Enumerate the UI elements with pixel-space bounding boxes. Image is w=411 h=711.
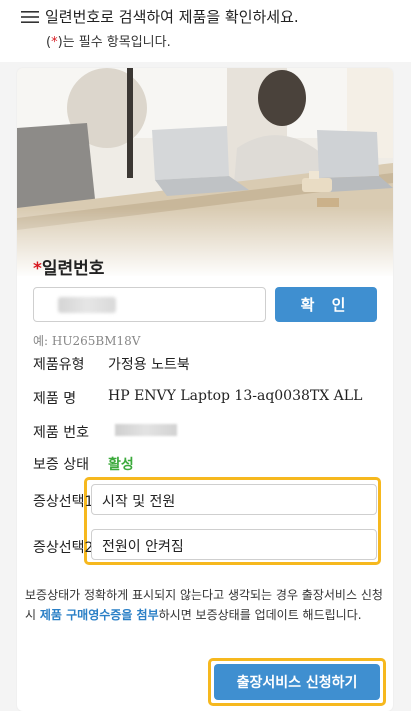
product-type-value: 가정용 노트북	[108, 357, 190, 373]
product-name-value: HP ENVY Laptop 13-aq0038TX ALL	[108, 388, 363, 404]
serial-number-title: *일련번호	[33, 254, 104, 279]
product-number-label: 제품 번호	[33, 425, 89, 441]
page-header: 일련번호로 검색하여 제품을 확인하세요. (*)는 필수 항목입니다.	[0, 0, 411, 62]
required-asterisk: *	[33, 259, 42, 279]
warranty-notice: 보증상태가 정확하게 표시되지 않는다고 생각되는 경우 출장서비스 신청 시 …	[25, 585, 387, 625]
symptom1-select[interactable]: 시작 및 전원	[91, 484, 377, 515]
warranty-status-label: 보증 상태	[33, 457, 89, 473]
receipt-attach-link[interactable]: 제품 구매영수증을 첨부	[40, 608, 159, 622]
request-service-button[interactable]: 출장서비스 신청하기	[214, 664, 380, 700]
symptom2-select[interactable]: 전원이 안켜짐	[91, 529, 377, 560]
symptom1-label-text: 증상선택1	[33, 494, 94, 510]
submit-highlight-box: 출장서비스 신청하기	[208, 658, 386, 706]
required-note-suffix: )는 필수 항목입니다.	[57, 35, 171, 50]
service-request-card: *일련번호 확 인 예: HU265BM18V 제품유형 가정용 노트북 제품 …	[17, 68, 393, 711]
redacted-product-number	[115, 424, 177, 436]
redacted-serial	[58, 297, 116, 313]
serial-number-input[interactable]	[33, 287, 266, 322]
product-type-label: 제품유형	[33, 357, 85, 373]
notice-text-after: 하시면 보증상태를 업데이트 해드립니다.	[158, 608, 362, 622]
required-note: (*)는 필수 항목입니다.	[46, 31, 171, 50]
menu-icon[interactable]	[21, 10, 39, 24]
product-name-label: 제품 명	[33, 391, 77, 407]
symptom2-label-text: 증상선택2	[33, 540, 94, 556]
serial-example: 예: HU265BM18V	[33, 334, 141, 348]
instruction-line: 일련번호로 검색하여 제품을 확인하세요.	[21, 6, 299, 27]
confirm-button[interactable]: 확 인	[275, 287, 377, 322]
warranty-status-value: 활성	[108, 457, 134, 473]
search-instruction: 일련번호로 검색하여 제품을 확인하세요.	[45, 8, 299, 26]
serial-number-label: 일련번호	[41, 259, 105, 279]
